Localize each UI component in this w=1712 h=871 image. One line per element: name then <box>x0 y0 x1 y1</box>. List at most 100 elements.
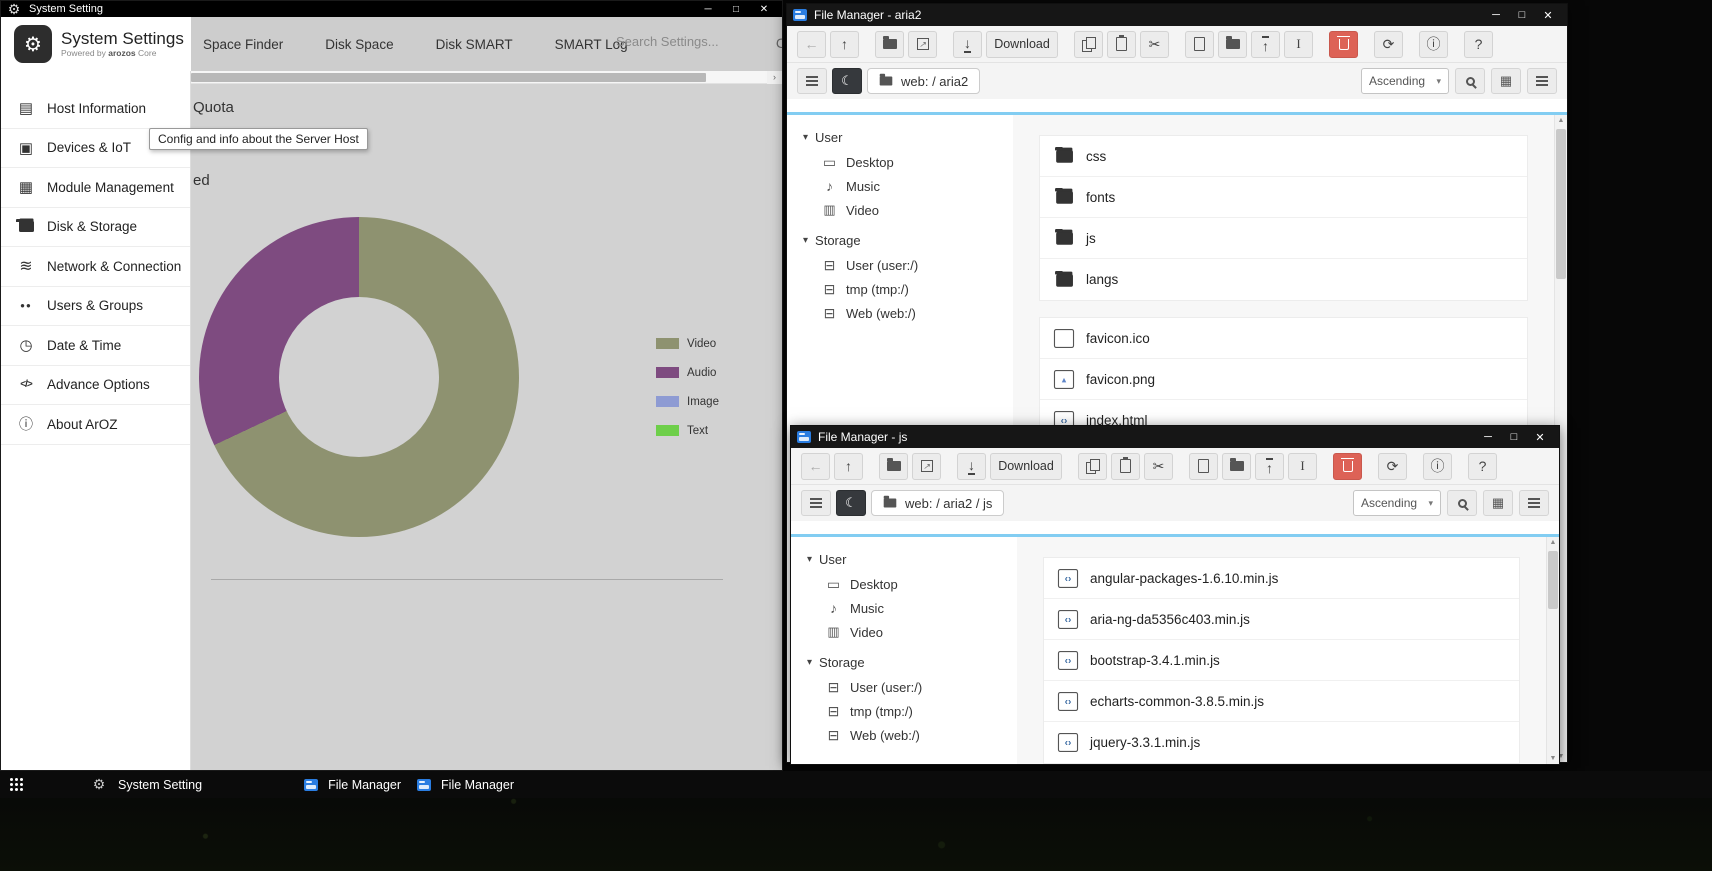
properties-button[interactable]: ⓘ <box>1423 453 1452 480</box>
copy-button[interactable] <box>1078 453 1107 480</box>
rename-button[interactable]: I <box>1288 453 1317 480</box>
menu-button[interactable] <box>801 490 831 516</box>
copy-button[interactable] <box>1074 31 1103 58</box>
sort-order-select[interactable]: Ascending ▾ <box>1353 490 1441 516</box>
tree-item[interactable]: Web (web:/) <box>807 723 1017 747</box>
settings-tab[interactable]: Disk Space <box>325 37 393 52</box>
file-row[interactable]: favicon.png <box>1040 359 1527 400</box>
delete-button[interactable] <box>1333 453 1362 480</box>
download-icon-button[interactable]: ↓ <box>953 31 982 58</box>
open-folder-button[interactable] <box>879 453 908 480</box>
download-button[interactable]: Download <box>986 31 1058 58</box>
tree-group-header[interactable]: ▾ User <box>807 547 1017 572</box>
vertical-scrollbar-thumb[interactable] <box>1556 129 1566 279</box>
list-view-button[interactable] <box>1519 490 1549 516</box>
tree-group-header[interactable]: ▾ Storage <box>807 650 1017 675</box>
open-folder-button[interactable] <box>875 31 904 58</box>
vertical-scrollbar-thumb[interactable] <box>1548 551 1558 609</box>
file-row[interactable]: langs <box>1040 259 1527 300</box>
paste-button[interactable] <box>1107 31 1136 58</box>
tree-item[interactable]: Music <box>803 174 1013 198</box>
scroll-right-button[interactable]: › <box>767 71 782 84</box>
tree-group-header[interactable]: ▾ Storage <box>803 228 1013 253</box>
close-button[interactable]: ✕ <box>1535 4 1561 26</box>
tree-item[interactable]: Desktop <box>807 572 1017 596</box>
minimize-button[interactable]: ─ <box>1475 426 1501 448</box>
download-button[interactable]: Download <box>990 453 1062 480</box>
dark-mode-button[interactable]: ☾ <box>832 68 862 94</box>
file-row[interactable]: echarts-common-3.8.5.min.js <box>1044 681 1519 722</box>
grid-view-button[interactable]: ▦ <box>1491 68 1521 94</box>
up-button[interactable]: ↑ <box>834 453 863 480</box>
tree-item[interactable]: User (user:/) <box>803 253 1013 277</box>
tree-item[interactable]: Video <box>807 620 1017 644</box>
tree-item[interactable]: Desktop <box>803 150 1013 174</box>
refresh-button[interactable]: ⟳ <box>1378 453 1407 480</box>
settings-search-input[interactable] <box>616 34 734 49</box>
minimize-button[interactable]: ─ <box>694 1 722 17</box>
close-button[interactable]: ✕ <box>1527 426 1553 448</box>
sidebar-item[interactable]: Module Management <box>1 168 190 208</box>
up-button[interactable]: ↑ <box>830 31 859 58</box>
sort-order-select[interactable]: Ascending ▾ <box>1361 68 1449 94</box>
dark-mode-button[interactable]: ☾ <box>836 490 866 516</box>
minimize-button[interactable]: ─ <box>1483 4 1509 26</box>
close-button[interactable]: ✕ <box>750 1 778 17</box>
sidebar-item[interactable]: Network & Connection <box>1 247 190 287</box>
rename-button[interactable]: I <box>1284 31 1313 58</box>
sidebar-item[interactable]: Date & Time <box>1 326 190 366</box>
tree-item[interactable]: User (user:/) <box>807 675 1017 699</box>
search-button[interactable] <box>1455 68 1485 94</box>
file-row[interactable]: aria-ng-da5356c403.min.js <box>1044 599 1519 640</box>
new-folder-button[interactable] <box>1218 31 1247 58</box>
download-icon-button[interactable]: ↓ <box>957 453 986 480</box>
new-file-button[interactable] <box>1189 453 1218 480</box>
breadcrumb[interactable]: web: / aria2 / js <box>871 490 1004 516</box>
new-folder-button[interactable] <box>1222 453 1251 480</box>
scroll-up-arrow[interactable]: ▲ <box>1555 117 1567 124</box>
help-button[interactable]: ? <box>1464 31 1493 58</box>
sidebar-item[interactable]: Advance Options <box>1 366 190 406</box>
tree-item[interactable]: Web (web:/) <box>803 301 1013 325</box>
sidebar-item[interactable]: About ArOZ <box>1 405 190 445</box>
paste-button[interactable] <box>1111 453 1140 480</box>
file-row[interactable]: js <box>1040 218 1527 259</box>
upload-button[interactable]: ↑ <box>1255 453 1284 480</box>
scroll-up-arrow[interactable]: ▲ <box>1547 539 1559 546</box>
maximize-button[interactable]: □ <box>1501 426 1527 448</box>
refresh-button[interactable]: ⟳ <box>1374 31 1403 58</box>
sidebar-item[interactable]: Users & Groups <box>1 287 190 327</box>
cut-button[interactable]: ✂ <box>1144 453 1173 480</box>
file-row[interactable]: bootstrap-3.4.1.min.js <box>1044 640 1519 681</box>
list-view-button[interactable] <box>1527 68 1557 94</box>
open-external-button[interactable]: ↗ <box>908 31 937 58</box>
tree-group-header[interactable]: ▾ User <box>803 125 1013 150</box>
maximize-button[interactable]: □ <box>722 1 750 17</box>
grid-view-button[interactable]: ▦ <box>1483 490 1513 516</box>
taskbar-item[interactable]: File Manager <box>296 771 409 798</box>
taskbar-item[interactable]: System Setting <box>82 771 210 798</box>
menu-button[interactable] <box>797 68 827 94</box>
open-external-button[interactable]: ↗ <box>912 453 941 480</box>
tree-item[interactable]: tmp (tmp:/) <box>803 277 1013 301</box>
sidebar-item[interactable]: Host Information <box>1 89 190 129</box>
sidebar-item[interactable]: Disk & Storage <box>1 208 190 248</box>
settings-tab[interactable]: Space Finder <box>203 37 283 52</box>
scroll-down-arrow[interactable]: ▼ <box>1547 755 1559 762</box>
back-button[interactable]: ← <box>801 453 830 480</box>
taskbar-item[interactable]: File Manager <box>409 771 522 798</box>
app-launcher-grid-icon[interactable] <box>10 778 24 791</box>
settings-tab[interactable]: Disk SMART <box>436 37 513 52</box>
properties-button[interactable]: ⓘ <box>1419 31 1448 58</box>
delete-button[interactable] <box>1329 31 1358 58</box>
file-row[interactable]: jquery-3.3.1.min.js <box>1044 722 1519 763</box>
cut-button[interactable]: ✂ <box>1140 31 1169 58</box>
maximize-button[interactable]: □ <box>1509 4 1535 26</box>
tree-item[interactable]: Video <box>803 198 1013 222</box>
breadcrumb[interactable]: web: / aria2 <box>867 68 980 94</box>
new-file-button[interactable] <box>1185 31 1214 58</box>
search-button[interactable] <box>1447 490 1477 516</box>
tree-item[interactable]: tmp (tmp:/) <box>807 699 1017 723</box>
file-row[interactable]: fonts <box>1040 177 1527 218</box>
tree-item[interactable]: Music <box>807 596 1017 620</box>
